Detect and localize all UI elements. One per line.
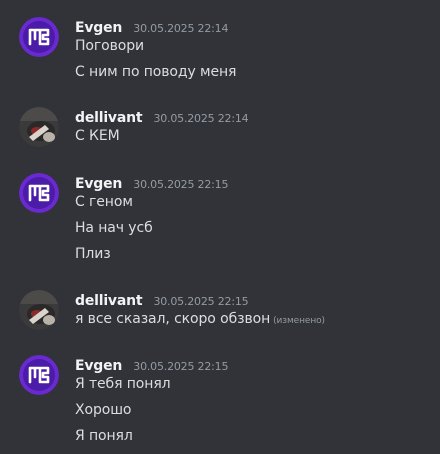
timestamp[interactable]: 30.05.2025 22:15: [153, 295, 248, 308]
evgen-avatar[interactable]: [19, 355, 59, 395]
dellivant-avatar[interactable]: [19, 107, 59, 147]
evgen-avatar[interactable]: [19, 17, 59, 57]
message-header: dellivant 30.05.2025 22:15: [75, 290, 249, 310]
timestamp[interactable]: 30.05.2025 22:14: [153, 112, 248, 125]
chat-message-list: Evgen 30.05.2025 22:14 Поговори С ним по…: [0, 0, 440, 454]
evgen-avatar[interactable]: [19, 173, 59, 213]
message-text: Плиз: [75, 246, 111, 262]
evgen-logo-icon: [19, 17, 59, 57]
dellivant-avatar[interactable]: [19, 290, 59, 330]
message-text-content: я все сказал, скоро обзвон: [75, 311, 271, 327]
message-text: я все сказал, скоро обзвон (изменено): [75, 310, 436, 336]
message-body: Я тебя понял Хорошо Я понял: [75, 375, 436, 453]
timestamp[interactable]: 30.05.2025 22:15: [133, 178, 228, 191]
message-header: Evgen 30.05.2025 22:15: [75, 173, 228, 193]
message-text: С геном: [75, 194, 133, 210]
message-text: Я тебя понял: [75, 376, 171, 392]
message-header: Evgen 30.05.2025 22:15: [75, 355, 228, 375]
message-body: я все сказал, скоро обзвон (изменено): [75, 310, 436, 336]
username[interactable]: dellivant: [75, 110, 143, 126]
message-text: Поговори: [75, 38, 145, 54]
message-text: Я понял: [75, 428, 133, 444]
message-header: dellivant 30.05.2025 22:14: [75, 107, 249, 127]
evgen-logo-icon: [19, 173, 59, 213]
edited-label: (изменено): [273, 316, 325, 326]
username[interactable]: dellivant: [75, 293, 143, 309]
username[interactable]: Evgen: [75, 176, 122, 192]
message-header: Evgen 30.05.2025 22:14: [75, 17, 228, 37]
message-body: С КЕМ: [75, 127, 436, 153]
evgen-logo-icon: [19, 355, 59, 395]
timestamp[interactable]: 30.05.2025 22:15: [133, 360, 228, 373]
message-body: С геном На нач усб Плиз: [75, 193, 436, 271]
message-text: С КЕМ: [75, 128, 120, 144]
dellivant-photo-avatar: [19, 290, 59, 330]
dellivant-photo-avatar: [19, 107, 59, 147]
message-text: Хорошо: [75, 402, 132, 418]
username[interactable]: Evgen: [75, 358, 122, 374]
message-text: С ним по поводу меня: [75, 64, 237, 80]
username[interactable]: Evgen: [75, 20, 122, 36]
timestamp[interactable]: 30.05.2025 22:14: [133, 22, 228, 35]
message-text: На нач усб: [75, 220, 153, 236]
message-body: Поговори С ним по поводу меня: [75, 37, 436, 89]
